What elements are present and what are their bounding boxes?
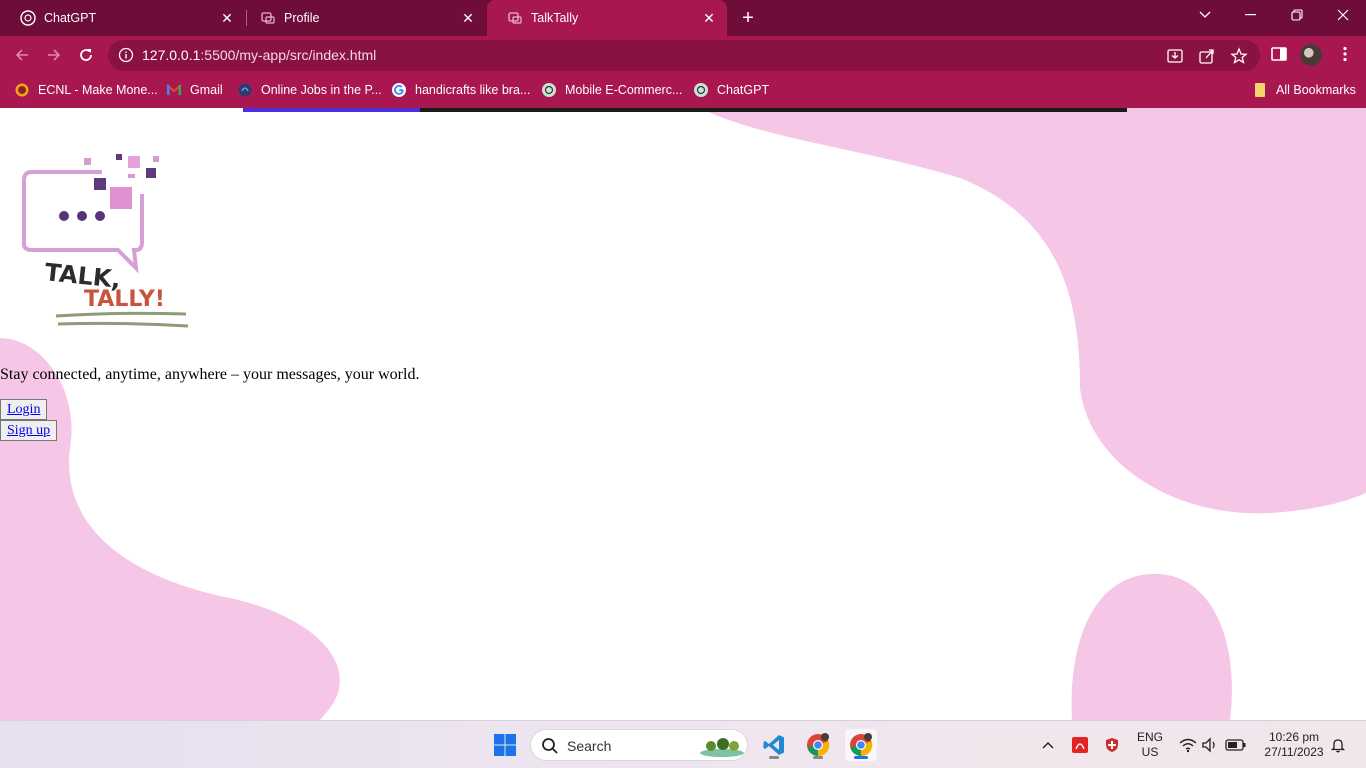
- running-indicator: [813, 756, 823, 759]
- url-text: 127.0.0.1:5500/my-app/src/index.html: [142, 47, 376, 63]
- tab-title: ChatGPT: [44, 11, 97, 25]
- bookmark-label: ECNL - Make Mone...: [38, 83, 158, 97]
- bookmark-item[interactable]: Online Jobs in the P...: [237, 74, 382, 106]
- windows-taskbar: Search ENG US 10:26 pm 27/11/2023: [0, 720, 1366, 768]
- chatgpt-icon: [20, 10, 36, 26]
- bookmark-star-icon[interactable]: [1230, 47, 1248, 65]
- logo-text-tally: TALLY!: [84, 287, 165, 312]
- bookmark-label: handicrafts like bra...: [415, 83, 531, 97]
- bookmark-label: ChatGPT: [717, 83, 770, 97]
- bookmark-item[interactable]: ChatGPT: [693, 74, 769, 106]
- gmail-icon: [166, 82, 182, 98]
- bookmark-item[interactable]: Gmail: [166, 74, 223, 106]
- wifi-icon[interactable]: [1178, 721, 1198, 768]
- ecnl-icon: [14, 82, 30, 98]
- language-code: ENG: [1136, 730, 1163, 744]
- bookmark-label: Online Jobs in the P...: [261, 83, 382, 97]
- tab-title: TalkTally: [531, 11, 579, 25]
- blob-left: [0, 338, 340, 720]
- restore-icon[interactable]: [1274, 0, 1320, 30]
- menu-kebab-icon[interactable]: [1336, 45, 1356, 65]
- active-indicator: [854, 756, 868, 759]
- back-icon[interactable]: [8, 41, 36, 69]
- url-path: :5500/my-app/src/index.html: [200, 47, 377, 63]
- language-indicator[interactable]: ENG US: [1133, 730, 1167, 760]
- close-tab-icon[interactable]: ✕: [458, 8, 478, 28]
- side-panel-icon[interactable]: [1270, 45, 1290, 65]
- blob-bottom-right: [1071, 573, 1232, 720]
- google-icon: [391, 82, 407, 98]
- talktally-logo: TALK, TALLY!: [22, 154, 189, 328]
- close-tab-icon[interactable]: ✕: [217, 8, 237, 28]
- tab-strip: ChatGPT ✕ Profile ✕ TalkTally ✕ +: [0, 0, 1366, 36]
- search-placeholder: Search: [567, 738, 612, 754]
- close-window-icon[interactable]: [1320, 0, 1366, 30]
- shield-icon[interactable]: [1102, 721, 1122, 768]
- bookmark-item[interactable]: Mobile E-Commerc...: [541, 74, 682, 106]
- tab-title: Profile: [284, 11, 320, 25]
- install-app-icon[interactable]: [1166, 47, 1184, 65]
- signup-button[interactable]: Sign up: [0, 420, 58, 441]
- loading-progress-bar: [243, 108, 1127, 112]
- background-blobs: [0, 108, 1366, 720]
- search-icon: [541, 737, 559, 755]
- battery-icon[interactable]: [1224, 721, 1248, 768]
- login-button[interactable]: Login: [0, 399, 48, 420]
- all-bookmarks[interactable]: All Bookmarks: [1252, 74, 1356, 106]
- notification-bell-icon[interactable]: [1328, 721, 1348, 768]
- volume-icon[interactable]: [1200, 721, 1220, 768]
- bookmark-label: Mobile E-Commerc...: [565, 83, 683, 97]
- loading-progress-fill: [243, 108, 420, 112]
- bookmark-item[interactable]: handicrafts like bra...: [391, 74, 530, 106]
- close-tab-icon[interactable]: ✕: [699, 8, 719, 28]
- bookmarks-bar: ECNL - Make Mone... Gmail Online Jobs in…: [0, 74, 1366, 108]
- windows-start-icon[interactable]: [489, 729, 521, 761]
- clock-date: 27/11/2023: [1264, 745, 1324, 759]
- keyboard-layout: US: [1141, 745, 1159, 759]
- tab-talktally[interactable]: TalkTally ✕: [487, 0, 727, 36]
- page-icon: [260, 10, 276, 26]
- tagline: Stay connected, anytime, anywhere – your…: [0, 366, 420, 383]
- search-highlight-icon: [700, 738, 744, 757]
- running-indicator: [769, 756, 779, 759]
- onlinejobs-icon: [237, 82, 253, 98]
- chrome-icon[interactable]: [802, 729, 834, 761]
- tab-profile[interactable]: Profile ✕: [240, 0, 486, 36]
- reload-icon[interactable]: [72, 41, 100, 69]
- taskbar-search[interactable]: Search: [530, 729, 748, 761]
- share-icon[interactable]: [1198, 47, 1216, 65]
- page-icon: [507, 10, 523, 26]
- forward-icon[interactable]: [40, 41, 68, 69]
- new-tab-button[interactable]: +: [736, 6, 760, 30]
- minimize-icon[interactable]: [1228, 0, 1274, 30]
- page-viewport: TALK, TALLY! Stay connected, anytime, an…: [0, 108, 1366, 720]
- chrome-icon[interactable]: [845, 729, 877, 761]
- clock-time: 10:26 pm: [1268, 730, 1320, 744]
- bookmark-label: Gmail: [190, 83, 223, 97]
- profile-avatar[interactable]: [1300, 44, 1322, 66]
- chatgpt-icon: [541, 82, 557, 98]
- tab-chatgpt[interactable]: ChatGPT ✕: [0, 0, 245, 36]
- acrobat-icon[interactable]: [1070, 721, 1090, 768]
- browser-toolbar: 127.0.0.1:5500/my-app/src/index.html: [0, 36, 1366, 74]
- tab-search-icon[interactable]: [1182, 0, 1228, 30]
- vscode-icon[interactable]: [758, 729, 790, 761]
- system-clock[interactable]: 10:26 pm 27/11/2023: [1256, 730, 1332, 760]
- folder-icon: [1252, 82, 1268, 98]
- bookmark-item[interactable]: ECNL - Make Mone...: [14, 74, 158, 106]
- url-host: 127.0.0.1: [142, 47, 201, 63]
- blob-top-right: [700, 108, 1366, 514]
- chatgpt-icon: [693, 82, 709, 98]
- address-bar[interactable]: 127.0.0.1:5500/my-app/src/index.html: [108, 40, 1260, 71]
- site-info-icon[interactable]: [118, 47, 134, 63]
- chevron-up-icon[interactable]: [1038, 721, 1058, 768]
- all-bookmarks-label: All Bookmarks: [1276, 83, 1356, 97]
